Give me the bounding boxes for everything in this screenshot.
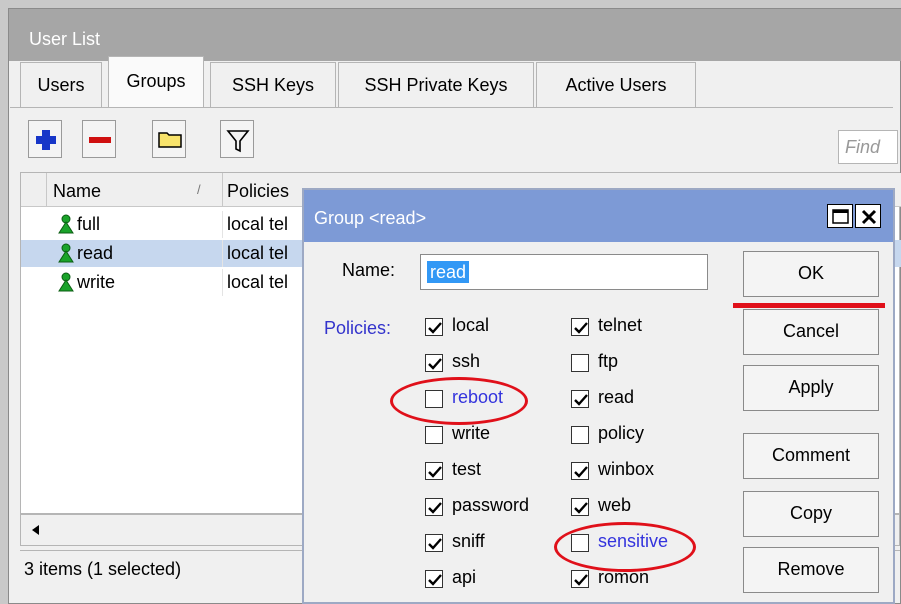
annotation-underline-ok — [733, 303, 885, 308]
checkbox-label-web[interactable]: web — [598, 495, 631, 516]
tab-users[interactable]: Users — [20, 62, 102, 108]
user-group-icon — [58, 214, 74, 234]
remove-button-dialog[interactable]: Remove — [743, 547, 879, 593]
row-name-cell: read — [47, 240, 223, 267]
find-input[interactable]: Find — [838, 130, 898, 164]
maximize-button[interactable] — [827, 204, 853, 228]
checkbox-label-telnet[interactable]: telnet — [598, 315, 642, 336]
checkbox-label-local[interactable]: local — [452, 315, 489, 336]
checkmark-icon — [574, 574, 588, 586]
checkbox-label-sniff[interactable]: sniff — [452, 531, 485, 552]
header-spacer — [21, 173, 47, 207]
checkbox-local[interactable] — [425, 318, 443, 336]
checkmark-icon — [428, 358, 442, 370]
checkbox-write[interactable] — [425, 426, 443, 444]
checkmark-icon — [428, 466, 442, 478]
checkbox-romon[interactable] — [571, 570, 589, 588]
add-icon — [36, 130, 56, 150]
checkbox-telnet[interactable] — [571, 318, 589, 336]
checkbox-label-test[interactable]: test — [452, 459, 481, 480]
policies-label: Policies: — [324, 318, 392, 338]
filter-button[interactable] — [220, 120, 254, 158]
checkmark-icon — [574, 502, 588, 514]
filter-icon — [226, 130, 250, 153]
add-button[interactable] — [28, 120, 62, 158]
window-title: User List — [9, 9, 901, 61]
checkbox-web[interactable] — [571, 498, 589, 516]
close-button[interactable] — [855, 204, 881, 228]
checkmark-icon — [428, 538, 442, 550]
tab-ssh-private-keys[interactable]: SSH Private Keys — [338, 62, 534, 108]
annotation-circle-sensitive — [554, 522, 696, 572]
row-name: write — [77, 272, 116, 292]
copy-button[interactable]: Copy — [743, 491, 879, 537]
checkbox-policy[interactable] — [571, 426, 589, 444]
scroll-left-icon[interactable] — [27, 515, 47, 545]
name-value: read — [427, 261, 470, 283]
comment-icon — [158, 132, 182, 148]
checkmark-icon — [574, 466, 588, 478]
checkbox-label-password[interactable]: password — [452, 495, 529, 516]
name-label: Name: — [342, 260, 396, 280]
checkmark-icon — [428, 502, 442, 514]
checkmark-icon — [428, 322, 442, 334]
column-name-label: Name — [53, 181, 102, 201]
ok-button[interactable]: OK — [743, 251, 879, 297]
checkbox-ftp[interactable] — [571, 354, 589, 372]
name-input[interactable]: read — [420, 254, 708, 290]
checkmark-icon — [574, 322, 588, 334]
tab-ssh-keys[interactable]: SSH Keys — [210, 62, 336, 108]
user-group-icon — [58, 272, 74, 292]
maximize-icon — [832, 209, 849, 224]
tab-active-users[interactable]: Active Users — [536, 62, 696, 108]
checkbox-label-ftp[interactable]: ftp — [598, 351, 618, 372]
row-name: full — [77, 214, 101, 234]
checkmark-icon — [574, 394, 588, 406]
close-icon — [861, 209, 877, 225]
comment-button[interactable] — [152, 120, 186, 158]
apply-button[interactable]: Apply — [743, 365, 879, 411]
checkmark-icon — [428, 574, 442, 586]
checkbox-label-write[interactable]: write — [452, 423, 490, 444]
user-group-icon — [58, 243, 74, 263]
checkbox-label-ssh[interactable]: ssh — [452, 351, 480, 372]
checkbox-label-api[interactable]: api — [452, 567, 476, 588]
row-name-cell: full — [47, 211, 223, 238]
dialog-title: Group <read> — [304, 190, 893, 242]
checkbox-label-policy[interactable]: policy — [598, 423, 644, 444]
checkbox-read[interactable] — [571, 390, 589, 408]
remove-button[interactable] — [82, 120, 116, 158]
checkbox-label-read[interactable]: read — [598, 387, 634, 408]
checkbox-password[interactable] — [425, 498, 443, 516]
checkbox-winbox[interactable] — [571, 462, 589, 480]
cancel-button[interactable]: Cancel — [743, 309, 879, 355]
checkbox-label-winbox[interactable]: winbox — [598, 459, 654, 480]
comment-button-dialog[interactable]: Comment — [743, 433, 879, 479]
tab-divider — [10, 107, 893, 108]
remove-icon — [89, 137, 111, 143]
sort-indicator: / — [197, 182, 201, 197]
tab-groups[interactable]: Groups — [108, 56, 204, 108]
annotation-circle-reboot — [390, 377, 528, 425]
checkbox-ssh[interactable] — [425, 354, 443, 372]
checkbox-sniff[interactable] — [425, 534, 443, 552]
row-name-cell: write — [47, 269, 223, 296]
column-header-name[interactable]: Name / — [47, 173, 223, 207]
row-name: read — [77, 243, 114, 263]
checkbox-test[interactable] — [425, 462, 443, 480]
checkbox-api[interactable] — [425, 570, 443, 588]
